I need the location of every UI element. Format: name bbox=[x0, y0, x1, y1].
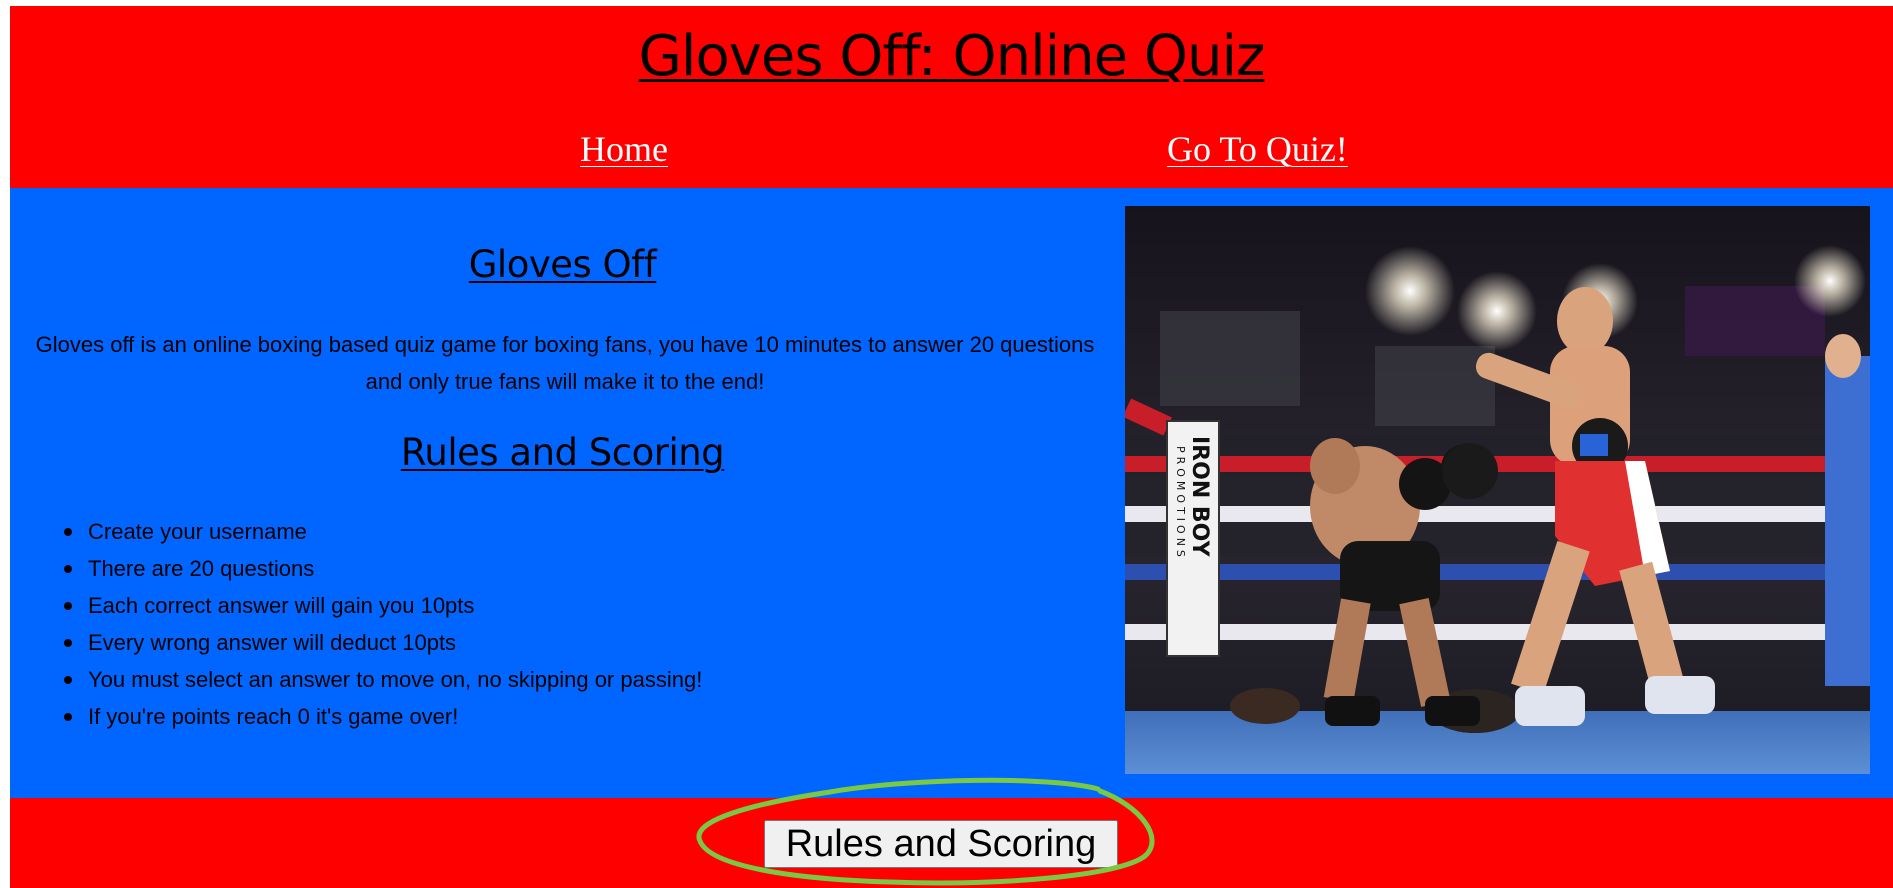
nav-home-link[interactable]: Home bbox=[580, 128, 668, 170]
rules-list-item: There are 20 questions bbox=[50, 550, 702, 587]
about-text: Gloves off is an online boxing based qui… bbox=[35, 332, 1095, 394]
bullet-icon bbox=[64, 713, 72, 721]
rules-and-scoring-button[interactable]: Rules and Scoring bbox=[764, 820, 1118, 868]
rules-list: Create your username There are 20 questi… bbox=[50, 513, 702, 735]
rules-list-item: Create your username bbox=[50, 513, 702, 550]
site-footer: Rules and Scoring bbox=[10, 798, 1893, 888]
bullet-icon bbox=[64, 565, 72, 573]
boxing-photo-illustration: IRON BOY PROMOTIONS bbox=[1125, 206, 1870, 774]
rules-list-item: Each correct answer will gain you 10pts bbox=[50, 587, 702, 624]
rules-heading: Rules and Scoring bbox=[400, 431, 725, 474]
intro-section: Gloves Off Gloves off is an online boxin… bbox=[10, 188, 1115, 798]
boxing-match-image: IRON BOY PROMOTIONS bbox=[1125, 206, 1870, 774]
rule-text: Create your username bbox=[88, 519, 307, 544]
rule-text: There are 20 questions bbox=[88, 556, 315, 581]
rules-list-item: Every wrong answer will deduct 10pts bbox=[50, 624, 702, 661]
ring-pad-text: IRON BOY bbox=[1187, 436, 1212, 558]
main-content: Gloves Off Gloves off is an online boxin… bbox=[10, 188, 1893, 798]
bullet-icon bbox=[64, 528, 72, 536]
site-header: Gloves Off: Online Quiz Home Go To Quiz! bbox=[10, 6, 1893, 188]
about-heading: Gloves Off bbox=[468, 243, 657, 286]
ring-pad-subtext: PROMOTIONS bbox=[1174, 446, 1187, 561]
rules-list-item: If you're points reach 0 it's game over! bbox=[50, 698, 702, 735]
site-title: Gloves Off: Online Quiz bbox=[638, 24, 1266, 89]
bullet-icon bbox=[64, 602, 72, 610]
page: Gloves Off: Online Quiz Home Go To Quiz!… bbox=[10, 6, 1893, 888]
rule-text: If you're points reach 0 it's game over! bbox=[88, 704, 459, 729]
bullet-icon bbox=[64, 676, 72, 684]
bullet-icon bbox=[64, 639, 72, 647]
rule-text: You must select an answer to move on, no… bbox=[88, 667, 703, 692]
nav-go-to-quiz-link[interactable]: Go To Quiz! bbox=[1167, 128, 1348, 170]
rules-list-item: You must select an answer to move on, no… bbox=[50, 661, 702, 698]
rule-text: Every wrong answer will deduct 10pts bbox=[88, 630, 457, 655]
rule-text: Each correct answer will gain you 10pts bbox=[88, 593, 475, 618]
